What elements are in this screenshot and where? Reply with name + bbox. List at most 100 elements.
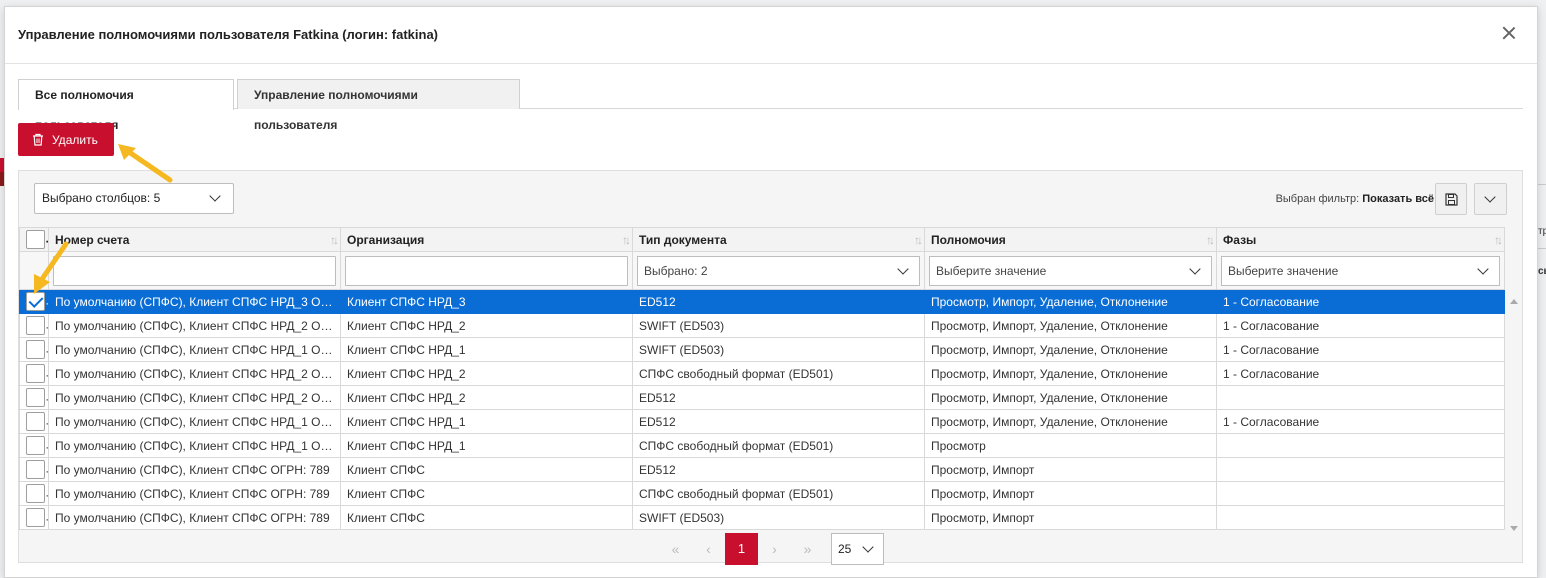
row-checkbox[interactable] xyxy=(26,364,45,383)
column-header-permissions[interactable]: Полномочия ↑↓ xyxy=(924,227,1217,252)
cell-doc-type: SWIFT (ED503) xyxy=(632,505,925,530)
table-row[interactable]: По умолчанию (СПФС), Клиент СПФС НРД_1 О… xyxy=(19,433,1505,458)
cell-account: По умолчанию (СПФС), Клиент СПФС НРД_2 О… xyxy=(48,313,341,338)
background-line xyxy=(1538,184,1546,185)
filter-cell-organization xyxy=(340,251,633,290)
cell-permissions: Просмотр, Импорт, Удаление, Отклонение xyxy=(924,361,1217,386)
row-checkbox[interactable] xyxy=(26,340,45,359)
row-checkbox[interactable] xyxy=(26,508,45,527)
first-page-button[interactable]: « xyxy=(659,533,692,565)
cell-doc-type: SWIFT (ED503) xyxy=(632,337,925,362)
cell-phases xyxy=(1216,385,1505,410)
column-selector-dropdown[interactable]: Выбрано столбцов: 5 xyxy=(34,183,234,214)
table-row[interactable]: По умолчанию (СПФС), Клиент СПФС ОГРН: 7… xyxy=(19,457,1505,482)
select-all-checkbox[interactable] xyxy=(26,230,45,249)
current-page-button[interactable]: 1 xyxy=(725,533,758,565)
phases-filter-select[interactable]: Выберите значение xyxy=(1221,255,1500,286)
vertical-scrollbar[interactable] xyxy=(1506,293,1522,535)
row-checkbox-cell xyxy=(19,505,49,530)
sort-icon[interactable]: ↑↓ xyxy=(1206,233,1215,247)
cell-phases: 1 - Согласование xyxy=(1216,409,1505,434)
filter-cell-doc-type: Выбрано: 2 xyxy=(632,251,925,290)
chevron-down-icon xyxy=(897,262,909,275)
cell-account: По умолчанию (СПФС), Клиент СПФС НРД_1 О… xyxy=(48,337,341,362)
column-header-phases[interactable]: Фазы ↑↓ xyxy=(1216,227,1505,252)
scroll-up-icon[interactable] xyxy=(1510,299,1518,304)
table-row[interactable]: По умолчанию (СПФС), Клиент СПФС НРД_1 О… xyxy=(19,409,1505,434)
cell-permissions: Просмотр, Импорт, Удаление, Отклонение xyxy=(924,337,1217,362)
filter-cell-account xyxy=(48,251,341,290)
table-header-row: Номер счета ↑↓ Организация ↑↓ Тип документ… xyxy=(19,227,1505,252)
last-page-button[interactable]: » xyxy=(791,533,824,565)
table-row[interactable]: По умолчанию (СПФС), Клиент СПФС НРД_2 О… xyxy=(19,361,1505,386)
row-checkbox-cell xyxy=(19,409,49,434)
filter-indicator: Выбран фильтр: Показать всё xyxy=(1276,193,1434,205)
column-header-label: Полномочия xyxy=(931,232,1006,247)
row-checkbox[interactable] xyxy=(26,436,45,455)
table-row[interactable]: По умолчанию (СПФС), Клиент СПФС НРД_3 О… xyxy=(19,289,1505,314)
row-checkbox[interactable] xyxy=(26,388,45,407)
row-checkbox[interactable] xyxy=(26,460,45,479)
organization-filter-input[interactable] xyxy=(345,255,628,286)
cell-account: По умолчанию (СПФС), Клиент СПФС НРД_1 О… xyxy=(48,409,341,434)
table-row[interactable]: По умолчанию (СПФС), Клиент СПФС ОГРН: 7… xyxy=(19,481,1505,506)
modal-title: Управление полномочиями пользователя Fat… xyxy=(18,27,439,42)
cell-phases xyxy=(1216,505,1505,530)
permissions-filter-select[interactable]: Выберите значение xyxy=(929,255,1212,286)
cell-doc-type: ED512 xyxy=(632,409,925,434)
phases-filter-placeholder: Выберите значение xyxy=(1228,263,1339,278)
filter-value: Показать всё xyxy=(1362,193,1434,205)
cell-account: По умолчанию (СПФС), Клиент СПФС НРД_1 О… xyxy=(48,433,341,458)
trash-icon xyxy=(33,133,43,146)
cell-doc-type: SWIFT (ED503) xyxy=(632,313,925,338)
cell-permissions: Просмотр, Импорт, Удаление, Отклонение xyxy=(924,289,1217,314)
sort-icon[interactable]: ↑↓ xyxy=(1494,233,1503,247)
table-row[interactable]: По умолчанию (СПФС), Клиент СПФС ОГРН: 7… xyxy=(19,505,1505,530)
cell-account: По умолчанию (СПФС), Клиент СПФС ОГРН: 7… xyxy=(48,481,341,506)
cell-permissions: Просмотр, Импорт xyxy=(924,457,1217,482)
page-size-select[interactable]: 25 xyxy=(831,533,884,565)
tab-manage-permissions[interactable]: Управление полномочиями пользователя xyxy=(237,79,520,132)
tab-bar: Все полномочия пользователя Управление п… xyxy=(18,79,1523,132)
row-checkbox[interactable] xyxy=(26,292,45,311)
column-header-account[interactable]: Номер счета ↑↓ xyxy=(48,227,341,252)
sort-icon[interactable]: ↑↓ xyxy=(622,233,631,247)
close-icon[interactable] xyxy=(1501,25,1517,41)
chevron-down-icon xyxy=(1484,191,1496,203)
table-row[interactable]: По умолчанию (СПФС), Клиент СПФС НРД_1 О… xyxy=(19,337,1505,362)
sort-icon[interactable]: ↑↓ xyxy=(914,233,923,247)
doc-type-filter-select[interactable]: Выбрано: 2 xyxy=(637,255,920,286)
save-filter-button[interactable] xyxy=(1435,183,1467,215)
save-icon xyxy=(1445,193,1458,206)
cell-organization: Клиент СПФС НРД_1 xyxy=(340,337,633,362)
column-header-doc-type[interactable]: Тип документа ↑↓ xyxy=(632,227,925,252)
row-checkbox[interactable] xyxy=(26,316,45,335)
cell-phases xyxy=(1216,457,1505,482)
row-checkbox-cell xyxy=(19,433,49,458)
cell-organization: Клиент СПФС НРД_1 xyxy=(340,433,633,458)
prev-page-button[interactable]: ‹ xyxy=(692,533,725,565)
column-header-label: Организация xyxy=(347,232,425,247)
filter-menu-button[interactable] xyxy=(1474,183,1507,215)
cell-doc-type: ED512 xyxy=(632,385,925,410)
cell-doc-type: СПФС свободный формат (ED501) xyxy=(632,433,925,458)
cell-phases: 1 - Согласование xyxy=(1216,337,1505,362)
select-all-cell xyxy=(19,227,49,252)
scroll-down-icon[interactable] xyxy=(1510,526,1518,531)
column-header-organization[interactable]: Организация ↑↓ xyxy=(340,227,633,252)
cell-permissions: Просмотр, Импорт xyxy=(924,505,1217,530)
next-page-button[interactable]: › xyxy=(758,533,791,565)
row-checkbox[interactable] xyxy=(26,412,45,431)
row-checkbox[interactable] xyxy=(26,484,45,503)
modal-header: Управление полномочиями пользователя Fat… xyxy=(5,7,1537,64)
cell-account: По умолчанию (СПФС), Клиент СПФС НРД_2 О… xyxy=(48,385,341,410)
table-row[interactable]: По умолчанию (СПФС), Клиент СПФС НРД_2 О… xyxy=(19,385,1505,410)
tab-all-permissions[interactable]: Все полномочия пользователя xyxy=(18,79,234,132)
table-row[interactable]: По умолчанию (СПФС), Клиент СПФС НРД_2 О… xyxy=(19,313,1505,338)
sort-icon[interactable]: ↑↓ xyxy=(330,233,339,247)
cell-phases: 1 - Согласование xyxy=(1216,361,1505,386)
account-filter-input[interactable] xyxy=(53,255,336,286)
delete-button[interactable]: Удалить xyxy=(18,123,114,156)
permissions-table: Номер счета ↑↓ Организация ↑↓ Тип документ… xyxy=(19,227,1505,530)
row-checkbox-cell xyxy=(19,313,49,338)
